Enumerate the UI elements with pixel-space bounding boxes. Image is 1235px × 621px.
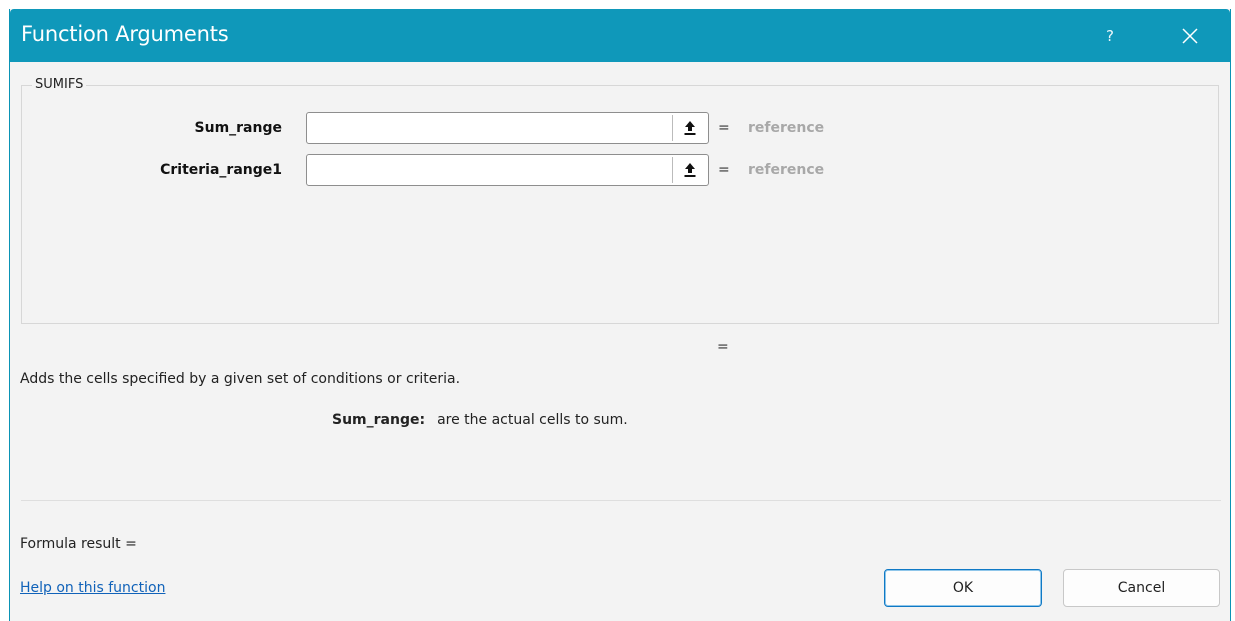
criteria-range1-result: reference bbox=[748, 162, 825, 178]
dialog-title: Function Arguments bbox=[21, 22, 229, 46]
close-icon bbox=[1182, 28, 1198, 44]
criteria-range1-collapse-button[interactable] bbox=[672, 157, 707, 183]
function-description: Adds the cells specified by a given set … bbox=[20, 371, 461, 387]
close-button[interactable] bbox=[1170, 21, 1210, 51]
function-arguments-dialog: Function Arguments ? SUMIFS Sum_range = … bbox=[9, 9, 1231, 621]
sum-range-label: Sum_range bbox=[194, 120, 282, 136]
function-group-box: SUMIFS Sum_range = reference Criteria_ra… bbox=[21, 77, 1219, 324]
help-button[interactable]: ? bbox=[1095, 21, 1125, 51]
sum-range-equals: = bbox=[718, 120, 730, 136]
criteria-range1-label: Criteria_range1 bbox=[160, 162, 282, 178]
cancel-button[interactable]: Cancel bbox=[1063, 569, 1220, 607]
function-result-equals: = bbox=[717, 339, 729, 355]
separator bbox=[21, 500, 1221, 501]
argument-help-name: Sum_range: bbox=[332, 412, 426, 428]
formula-result-label: Formula result = bbox=[20, 536, 137, 552]
collapse-dialog-icon bbox=[684, 163, 696, 177]
help-on-function-link[interactable]: Help on this function bbox=[20, 580, 165, 596]
function-name-label: SUMIFS bbox=[32, 77, 87, 92]
argument-help: Sum_range: are the actual cells to sum. bbox=[332, 412, 628, 428]
sum-range-collapse-button[interactable] bbox=[672, 115, 707, 141]
criteria-range1-equals: = bbox=[718, 162, 730, 178]
sum-range-input[interactable] bbox=[306, 112, 709, 144]
criteria-range1-input[interactable] bbox=[306, 154, 709, 186]
argument-help-text: are the actual cells to sum. bbox=[437, 412, 628, 428]
sum-range-result: reference bbox=[748, 120, 825, 136]
collapse-dialog-icon bbox=[684, 121, 696, 135]
title-bar: Function Arguments ? bbox=[10, 9, 1230, 62]
ok-button[interactable]: OK bbox=[884, 569, 1042, 607]
